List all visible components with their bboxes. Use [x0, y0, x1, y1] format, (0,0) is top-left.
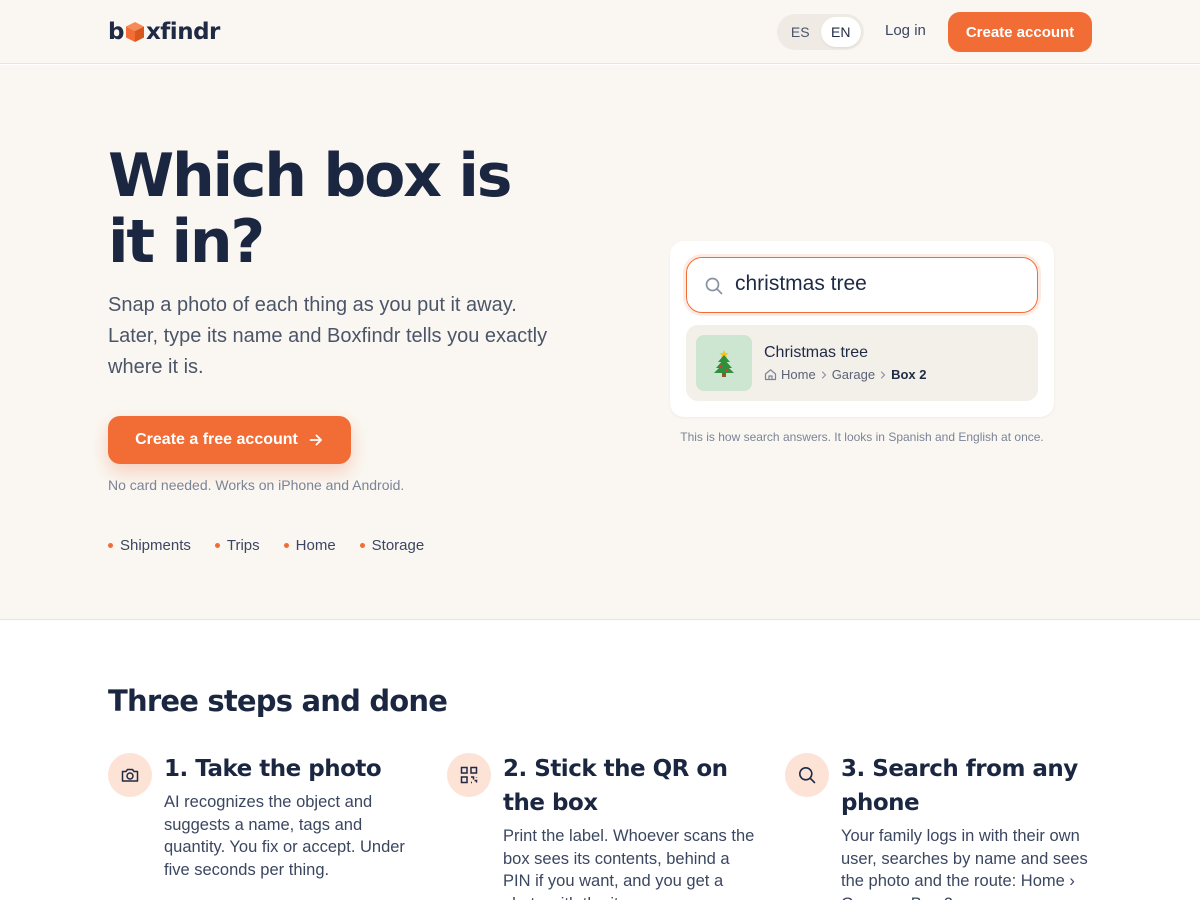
arrow-right-icon — [309, 434, 322, 446]
step-description: Print the label. Whoever scans the box s… — [503, 827, 755, 900]
cta-note: No card needed. Works on iPhone and Andr… — [108, 477, 405, 493]
tag-label: Shipments — [120, 537, 191, 554]
result-name: Christmas tree — [764, 344, 869, 361]
path-segment-home: Home — [781, 367, 816, 382]
logo[interactable]: b xfindr — [108, 16, 220, 48]
hero-section: Which box is it in? Snap a photo of each… — [0, 65, 1200, 620]
step-description: Your family logs in with their own user,… — [841, 827, 1088, 900]
search-icon — [785, 753, 829, 797]
use-case-tags: Shipments Trips Home Storage — [108, 537, 424, 554]
tag-label: Storage — [371, 537, 425, 554]
step-title: 2. Stick the QR on the box — [503, 756, 728, 816]
home-icon — [764, 369, 777, 381]
path-segment-box: Box 2 — [891, 367, 927, 382]
language-switcher: ES EN — [777, 14, 864, 50]
search-result-item[interactable]: Christmas tree Home Garage Box 2 — [686, 325, 1038, 401]
site-header: b xfindr ES EN Log in Create account — [0, 0, 1200, 64]
path-segment-garage: Garage — [831, 367, 876, 382]
steps-section-title: Three steps and done — [108, 684, 448, 718]
chevron-right-icon — [821, 370, 827, 379]
logo-text-right: xfindr — [145, 19, 220, 45]
chevron-right-icon — [880, 370, 886, 379]
result-thumbnail — [696, 335, 752, 391]
tag-label: Home — [295, 537, 336, 554]
create-free-account-button[interactable]: Create a free account — [108, 416, 351, 464]
tag-shipments: Shipments — [108, 537, 191, 554]
login-link[interactable]: Log in — [885, 22, 926, 39]
bullet-dot-icon — [283, 543, 289, 548]
search-caption: This is how search answers. It looks in … — [680, 430, 1044, 444]
hero-title: Which box is it in? — [108, 141, 512, 277]
step-description: AI recognizes the object and suggests a … — [164, 793, 405, 879]
tag-label: Trips — [226, 537, 260, 554]
search-demo-card: christmas tree Christmas tree Home Garag… — [670, 241, 1054, 417]
tag-storage: Storage — [359, 537, 425, 554]
language-option-en[interactable]: EN — [820, 17, 861, 47]
result-location-path: Home Garage Box 2 — [764, 367, 926, 382]
bullet-dot-icon — [359, 543, 365, 548]
camera-icon — [108, 753, 152, 797]
step-title: 1. Take the photo — [164, 756, 382, 782]
logo-box-icon — [125, 22, 144, 42]
christmas-tree-icon — [714, 350, 734, 377]
search-icon — [705, 277, 723, 295]
search-query: christmas tree — [735, 272, 867, 295]
tag-home: Home — [283, 537, 336, 554]
qr-code-icon — [447, 753, 491, 797]
language-option-es[interactable]: ES — [780, 17, 821, 47]
create-account-button[interactable]: Create account — [948, 12, 1092, 52]
tag-trips: Trips — [214, 537, 260, 554]
bullet-dot-icon — [214, 543, 220, 548]
cta-label: Create a free account — [135, 431, 298, 448]
logo-text-left: b — [108, 19, 124, 45]
search-input[interactable]: christmas tree — [686, 257, 1038, 313]
hero-subtitle: Snap a photo of each thing as you put it… — [108, 294, 548, 378]
step-title: 3. Search from any phone — [841, 756, 1078, 816]
bullet-dot-icon — [108, 543, 113, 548]
